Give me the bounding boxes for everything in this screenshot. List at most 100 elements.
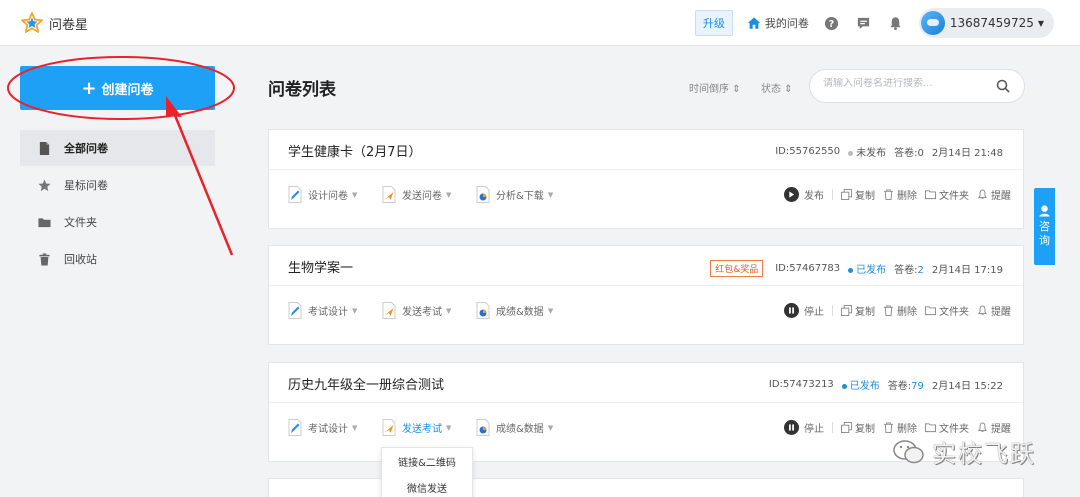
scores-data-menu[interactable]: 成绩&数据 ▼ (476, 419, 553, 436)
upgrade-button[interactable]: 升级 (694, 10, 733, 36)
menu-item-wechat-send[interactable]: 微信发送 (382, 474, 472, 497)
my-surveys-link[interactable]: 我的问卷 (747, 15, 809, 31)
search-icon[interactable] (996, 79, 1010, 93)
delete-button[interactable]: 删除 (883, 303, 917, 318)
action-label: 发送考试 (402, 424, 442, 435)
caret-down-icon: ▼ (352, 190, 358, 199)
caret-down-icon: ▼ (547, 423, 554, 432)
analyze-download-menu[interactable]: 分析&下载 ▼ (476, 186, 553, 203)
folder-icon (925, 306, 936, 316)
sort-by-time[interactable]: 时间倒序 ⇕ (689, 80, 741, 95)
notifications-button[interactable] (887, 14, 905, 32)
op-label: 文件夹 (939, 424, 969, 435)
chart-file-icon (476, 186, 490, 203)
sort-status-label: 状态 (761, 84, 781, 95)
help-button[interactable]: ? (823, 14, 841, 32)
answer-count[interactable]: 答卷:79 (888, 377, 924, 392)
stop-button[interactable]: 停止 (784, 303, 824, 318)
survey-operations: 发布 复制 删除 文件夹 提醒 (776, 187, 1011, 202)
sidebar-item-label: 星标问卷 (64, 179, 108, 192)
survey-id: ID:57467783 (775, 263, 841, 274)
caret-down-icon: ▼ (547, 190, 554, 199)
action-label: 考试设计 (308, 307, 348, 318)
sidebar-nav: 全部问卷 星标问卷 文件夹 回收站 (20, 130, 215, 278)
send-survey-menu[interactable]: 发送问卷 ▼ (382, 186, 451, 203)
chart-file-icon (476, 302, 490, 319)
caret-down-icon: ▼ (352, 423, 358, 432)
survey-title[interactable]: 学生健康卡（2月7日） (288, 141, 422, 160)
sidebar-item-all[interactable]: 全部问卷 (20, 130, 215, 166)
status-badge: 未发布 (848, 144, 886, 159)
remind-button[interactable]: 提醒 (977, 420, 1011, 435)
folder-button[interactable]: 文件夹 (925, 187, 969, 202)
remind-button[interactable]: 提醒 (977, 303, 1011, 318)
sidebar-item-label: 全部问卷 (64, 142, 108, 155)
op-label: 文件夹 (939, 191, 969, 202)
create-survey-button[interactable]: + 创建问卷 (20, 66, 215, 110)
action-label: 发送问卷 (402, 191, 442, 202)
op-label: 提醒 (991, 191, 1011, 202)
menu-item-link-qrcode[interactable]: 链接&二维码 (382, 448, 472, 474)
caret-down-icon: ▼ (446, 190, 452, 199)
trash-icon (39, 252, 50, 266)
filter-by-status[interactable]: 状态 ⇕ (761, 80, 793, 95)
bell-icon (977, 422, 988, 432)
action-label: 发送考试 (402, 307, 442, 318)
survey-meta: ID:55762550 未发布 答卷:0 2月14日 21:48 (767, 144, 1003, 159)
send-file-icon (382, 419, 396, 436)
survey-id: ID:55762550 (775, 146, 841, 157)
publish-button[interactable]: 发布 (784, 187, 824, 202)
document-icon (39, 141, 50, 155)
bell-icon (977, 189, 988, 199)
sidebar-item-label: 回收站 (64, 253, 97, 266)
op-label: 删除 (897, 307, 917, 318)
stop-button[interactable]: 停止 (784, 420, 824, 435)
help-icon: ? (825, 16, 839, 30)
sort-time-label: 时间倒序 (689, 84, 729, 95)
logo[interactable]: 问卷星 (20, 11, 88, 35)
sidebar-item-folder[interactable]: 文件夹 (20, 204, 215, 240)
user-menu[interactable]: 13687459725 ▼ (918, 8, 1054, 38)
pen-file-icon (288, 186, 302, 203)
exam-design-menu[interactable]: 考试设计 ▼ (288, 419, 357, 436)
search-input[interactable] (823, 78, 983, 89)
send-exam-menu[interactable]: 发送考试 ▼ (382, 419, 451, 436)
remind-button[interactable]: 提醒 (977, 187, 1011, 202)
sidebar-item-starred[interactable]: 星标问卷 (20, 167, 215, 203)
answer-count[interactable]: 答卷:2 (894, 261, 924, 276)
design-survey-menu[interactable]: 设计问卷 ▼ (288, 186, 357, 203)
bell-icon (890, 16, 902, 30)
copy-button[interactable]: 复制 (841, 187, 875, 202)
chart-file-icon (476, 419, 490, 436)
action-label: 分析&下载 (496, 191, 544, 202)
messages-button[interactable] (855, 14, 873, 32)
sidebar-item-label: 文件夹 (64, 216, 97, 229)
survey-title[interactable]: 历史九年级全一册综合测试 (288, 374, 444, 393)
customer-service-icon (1039, 205, 1050, 217)
action-label: 考试设计 (308, 424, 348, 435)
folder-icon (38, 217, 51, 227)
send-file-icon (382, 302, 396, 319)
exam-design-menu[interactable]: 考试设计 ▼ (288, 302, 357, 319)
delete-button[interactable]: 删除 (883, 187, 917, 202)
scores-data-menu[interactable]: 成绩&数据 ▼ (476, 302, 553, 319)
copy-button[interactable]: 复制 (841, 303, 875, 318)
reward-tag[interactable]: 红包&奖品 (710, 260, 764, 277)
send-exam-menu[interactable]: 发送考试 ▼ (382, 302, 451, 319)
plus-icon: + (81, 77, 97, 99)
answer-count[interactable]: 答卷:0 (894, 144, 924, 159)
send-file-icon (382, 186, 396, 203)
user-phone: 13687459725 (949, 16, 1034, 30)
op-label: 发布 (804, 191, 824, 202)
survey-title[interactable]: 生物学案一 (288, 257, 353, 276)
delete-button[interactable]: 删除 (883, 420, 917, 435)
folder-button[interactable]: 文件夹 (925, 420, 969, 435)
copy-button[interactable]: 复制 (841, 420, 875, 435)
consult-button[interactable]: 咨 询 (1034, 188, 1055, 265)
sort-arrows-icon: ⇕ (784, 84, 793, 95)
sidebar-item-trash[interactable]: 回收站 (20, 241, 215, 277)
star-icon (38, 178, 51, 191)
survey-card: 学生健康卡（2月7日） ID:55762550 未发布 答卷:0 2月14日 2… (268, 129, 1024, 229)
avatar (920, 11, 945, 35)
folder-button[interactable]: 文件夹 (925, 303, 969, 318)
